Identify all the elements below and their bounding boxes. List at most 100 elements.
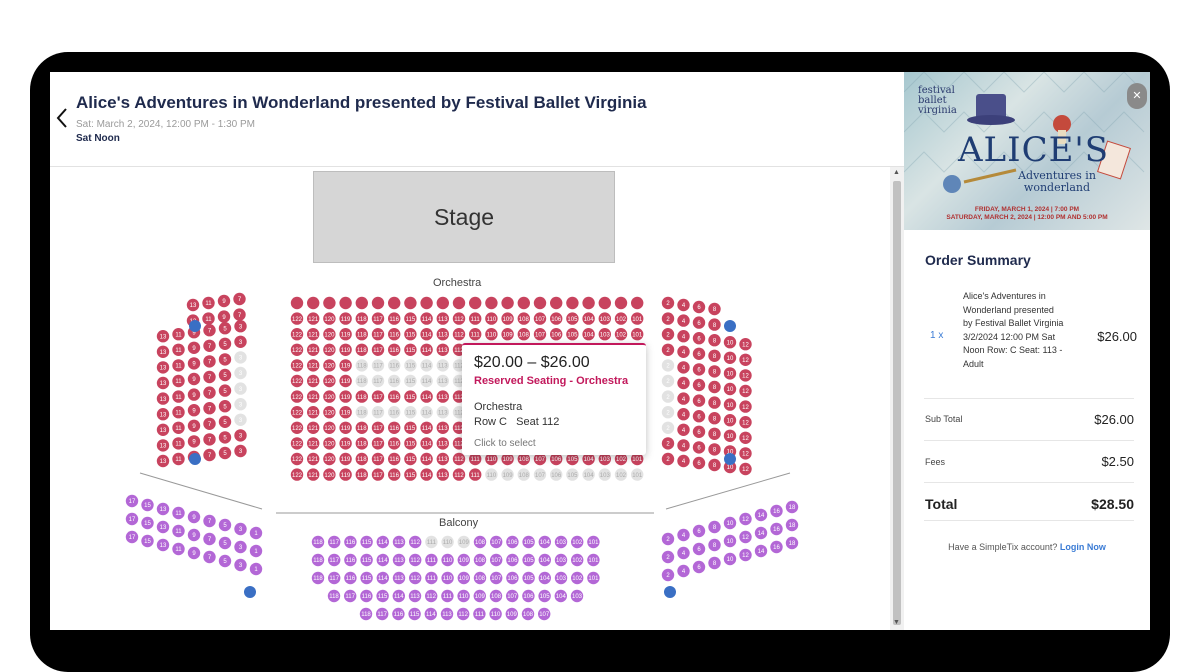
seat[interactable]: 12 bbox=[739, 431, 752, 444]
seat[interactable]: 116 bbox=[388, 390, 401, 403]
seat[interactable]: 4 bbox=[677, 528, 690, 542]
seat[interactable]: 122 bbox=[290, 452, 304, 466]
seat[interactable]: 117 bbox=[376, 607, 389, 621]
seat[interactable]: 103 bbox=[554, 553, 568, 567]
seat[interactable]: 5 bbox=[218, 384, 232, 397]
seat[interactable]: 122 bbox=[290, 312, 304, 325]
seat[interactable]: 119 bbox=[339, 328, 352, 341]
seat[interactable]: 11 bbox=[172, 390, 185, 403]
tooltip-action[interactable]: Click to select bbox=[474, 438, 634, 449]
seat[interactable]: 10 bbox=[723, 351, 737, 364]
seat[interactable]: 13 bbox=[156, 423, 170, 436]
seat[interactable]: 116 bbox=[388, 421, 401, 434]
seat[interactable]: 103 bbox=[554, 571, 568, 585]
seat[interactable]: 8 bbox=[708, 538, 721, 552]
seat[interactable]: 112 bbox=[425, 589, 438, 603]
seat[interactable]: 2 bbox=[661, 568, 675, 582]
seat[interactable]: 110 bbox=[457, 589, 470, 603]
seat[interactable]: 115 bbox=[404, 328, 417, 341]
seat[interactable]: 4 bbox=[677, 423, 690, 436]
seat[interactable]: 12 bbox=[739, 353, 752, 366]
seat[interactable]: 113 bbox=[436, 328, 449, 341]
seat[interactable]: 115 bbox=[360, 535, 373, 549]
seat[interactable]: 11 bbox=[172, 359, 185, 372]
seat[interactable]: 111 bbox=[425, 553, 438, 567]
seat[interactable]: 6 bbox=[692, 560, 706, 574]
seat[interactable]: 101 bbox=[587, 571, 600, 585]
seat[interactable]: 13 bbox=[156, 392, 170, 405]
seat[interactable]: 5 bbox=[218, 554, 232, 568]
seat[interactable]: 8 bbox=[708, 427, 721, 440]
seat[interactable]: 113 bbox=[436, 390, 449, 403]
seat[interactable]: 118 bbox=[359, 607, 373, 621]
seat[interactable]: 5 bbox=[218, 368, 232, 382]
seat[interactable]: 122 bbox=[290, 406, 304, 419]
seat[interactable]: 5 bbox=[218, 518, 232, 532]
seat[interactable]: 110 bbox=[441, 571, 454, 585]
seat[interactable]: 8 bbox=[708, 349, 721, 362]
seat[interactable]: 115 bbox=[404, 390, 417, 403]
seat[interactable]: 18 bbox=[785, 518, 799, 532]
seat[interactable]: 110 bbox=[441, 553, 454, 567]
seat[interactable]: 14 bbox=[754, 508, 768, 522]
seat[interactable]: 109 bbox=[501, 328, 514, 341]
seat[interactable]: 114 bbox=[376, 571, 389, 585]
seat[interactable]: 117 bbox=[371, 437, 385, 450]
seat[interactable]: 6 bbox=[692, 332, 706, 345]
wheelchair-icon[interactable] bbox=[189, 320, 201, 332]
seat[interactable]: 114 bbox=[376, 553, 389, 567]
seat[interactable] bbox=[323, 296, 336, 310]
seat[interactable]: 2 bbox=[661, 437, 675, 450]
seat[interactable]: 11 bbox=[172, 421, 185, 434]
seat[interactable]: 112 bbox=[452, 328, 466, 341]
seat[interactable]: 14 bbox=[754, 526, 768, 540]
seat[interactable]: 6 bbox=[692, 363, 706, 376]
seat[interactable]: 120 bbox=[323, 343, 336, 356]
seat[interactable] bbox=[290, 296, 304, 310]
seat[interactable]: 119 bbox=[339, 437, 352, 450]
seat[interactable]: 13 bbox=[156, 520, 170, 534]
scroll-down-icon[interactable]: ▼ bbox=[893, 619, 900, 626]
seat[interactable]: 121 bbox=[307, 390, 320, 403]
seat[interactable]: 104 bbox=[538, 553, 551, 567]
seat[interactable]: 12 bbox=[739, 512, 752, 526]
seat[interactable]: 6 bbox=[692, 542, 706, 556]
seat[interactable]: 119 bbox=[339, 312, 352, 325]
seat[interactable]: 118 bbox=[355, 437, 368, 450]
seat[interactable] bbox=[355, 296, 368, 310]
seat[interactable]: 2 bbox=[661, 532, 675, 546]
seat[interactable]: 112 bbox=[457, 607, 470, 621]
seat[interactable]: 4 bbox=[677, 345, 690, 358]
seat[interactable]: 105 bbox=[522, 553, 535, 567]
seat[interactable] bbox=[598, 296, 611, 310]
seat[interactable]: 116 bbox=[388, 312, 401, 325]
seat[interactable]: 105 bbox=[566, 328, 579, 341]
seat[interactable]: 118 bbox=[355, 328, 368, 341]
seat[interactable]: 121 bbox=[307, 328, 320, 341]
seat[interactable]: 120 bbox=[323, 359, 336, 372]
seat[interactable]: 102 bbox=[571, 553, 584, 567]
seat[interactable]: 4 bbox=[677, 546, 690, 560]
seat[interactable]: 104 bbox=[538, 571, 551, 585]
seat[interactable]: 6 bbox=[692, 378, 706, 392]
seat[interactable]: 114 bbox=[420, 328, 433, 341]
seat[interactable]: 9 bbox=[187, 388, 201, 401]
seat[interactable]: 16 bbox=[770, 522, 783, 536]
seat[interactable]: 115 bbox=[360, 571, 373, 585]
seat[interactable]: 11 bbox=[172, 524, 185, 538]
seat[interactable]: 102 bbox=[571, 571, 584, 585]
seat[interactable]: 114 bbox=[376, 535, 389, 549]
seat[interactable]: 116 bbox=[344, 535, 357, 549]
seat[interactable]: 10 bbox=[723, 552, 737, 566]
seat[interactable]: 11 bbox=[172, 406, 185, 419]
seat[interactable]: 119 bbox=[339, 374, 352, 388]
seat[interactable]: 3 bbox=[234, 429, 247, 442]
seat[interactable]: 120 bbox=[323, 328, 336, 341]
seat[interactable]: 8 bbox=[708, 380, 721, 394]
seat[interactable]: 2 bbox=[661, 343, 675, 356]
seat[interactable]: 112 bbox=[452, 468, 466, 481]
seat[interactable]: 106 bbox=[550, 328, 563, 341]
seat[interactable]: 113 bbox=[436, 421, 449, 434]
seat[interactable]: 7 bbox=[203, 448, 216, 462]
seat[interactable] bbox=[307, 296, 320, 310]
